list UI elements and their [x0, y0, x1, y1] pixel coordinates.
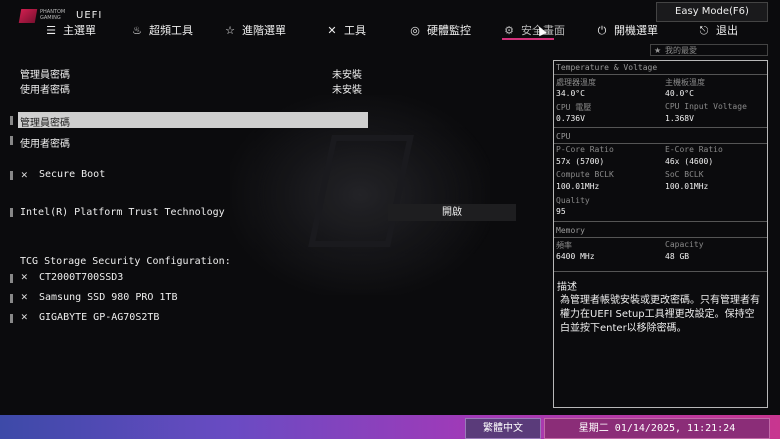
wrench-icon: ✕ — [21, 168, 28, 181]
description-title: 描述 — [557, 282, 577, 293]
compute-bclk-value: 100.01MHz — [556, 182, 600, 191]
flame-icon: ♨ — [132, 24, 142, 37]
temp-voltage-header: Temperature & Voltage — [556, 63, 658, 72]
status-user-label: 使用者密碼 — [20, 85, 70, 96]
tab-label: 工具 — [344, 24, 366, 37]
tab-label: 硬體監控 — [427, 24, 471, 37]
item-bullet — [10, 116, 13, 125]
soc-bclk-value: 100.01MHz — [665, 182, 709, 191]
tab-label: 開機選單 — [614, 24, 658, 37]
divider — [554, 221, 767, 222]
tab-boot[interactable]: ⏻ 開機選單 — [595, 22, 658, 40]
soc-bclk-label: SoC BCLK — [665, 170, 704, 179]
active-tab-indicator — [502, 38, 554, 40]
admin-password-item[interactable]: 管理員密碼 — [18, 112, 368, 129]
top-bar: PHANTOM GAMING UEFI Easy Mode(F6) ☰ 主選單 ♨… — [0, 0, 780, 42]
secure-boot-item[interactable]: Secure Boot — [39, 169, 105, 180]
divider — [554, 127, 767, 128]
mem-capacity-label: Capacity — [665, 240, 704, 249]
drive-item[interactable]: Samsung SSD 980 PRO 1TB — [39, 292, 177, 303]
quality-value: 95 — [556, 207, 566, 216]
status-admin-label: 管理員密碼 — [20, 70, 70, 81]
compute-bclk-label: Compute BCLK — [556, 170, 614, 179]
drive-item[interactable]: GIGABYTE GP-AG70S2TB — [39, 312, 159, 323]
pcore-ratio-value: 57x (5700) — [556, 157, 605, 166]
status-user-value: 未安裝 — [332, 85, 362, 96]
star-icon: ☆ — [225, 24, 235, 37]
mem-freq-value: 6400 MHz — [556, 252, 595, 261]
mem-capacity-value: 48 GB — [665, 252, 690, 261]
pcore-ratio-label: P-Core Ratio — [556, 145, 614, 154]
tcg-header: TCG Storage Security Configuration: — [20, 256, 231, 267]
status-admin-value: 未安裝 — [332, 70, 362, 81]
item-bullet — [10, 171, 13, 180]
cpu-input-voltage-value: 1.368V — [665, 114, 694, 123]
mb-temp-value: 40.0°C — [665, 89, 694, 98]
item-bullet — [10, 274, 13, 283]
item-bullet — [10, 314, 13, 323]
info-panel: Temperature & Voltage 處理器溫度 主機板溫度 34.0°C… — [553, 60, 768, 408]
admin-password-label: 管理員密碼 — [20, 118, 70, 129]
language-button[interactable]: 繁體中文 — [465, 418, 541, 439]
brand-logo-icon — [18, 9, 38, 23]
favorites-button[interactable]: ★ 我的最愛 — [650, 44, 768, 56]
brand-name: PHANTOM GAMING — [40, 9, 65, 21]
tab-hw-monitor[interactable]: ◎ 硬體監控 — [408, 22, 471, 40]
cpu-temp-value: 34.0°C — [556, 89, 585, 98]
mem-freq-label: 頻率 — [556, 241, 572, 250]
tab-label: 退出 — [716, 24, 738, 37]
ecore-ratio-value: 46x (4600) — [665, 157, 714, 166]
wrench-icon: ✕ — [21, 270, 28, 283]
item-bullet — [10, 294, 13, 303]
item-bullet — [10, 208, 13, 217]
tab-exit[interactable]: ⎋ 退出 — [697, 22, 738, 40]
brand-line2: GAMING — [40, 15, 61, 21]
tab-tools[interactable]: ✕ 工具 — [325, 22, 366, 40]
wrench-icon: ✕ — [21, 310, 28, 323]
quality-label: Quality — [556, 196, 590, 205]
tools-icon: ✕ — [327, 24, 337, 37]
divider — [554, 237, 767, 238]
item-bullet — [10, 136, 13, 145]
power-icon: ⏻ — [597, 24, 607, 37]
divider — [554, 143, 767, 144]
datetime-display: 星期二 01/14/2025, 11:21:24 — [544, 418, 770, 439]
user-password-item[interactable]: 使用者密碼 — [20, 135, 70, 150]
exit-icon: ⎋ — [699, 24, 709, 37]
uefi-label: UEFI — [76, 10, 103, 21]
ecore-ratio-label: E-Core Ratio — [665, 145, 723, 154]
tab-main[interactable]: ☰ 主選單 — [44, 22, 96, 40]
tab-label: 主選單 — [63, 24, 96, 37]
ptt-value-select[interactable]: 開啟 — [388, 204, 516, 221]
tab-oc-tweaker[interactable]: ♨ 超頻工具 — [130, 22, 193, 40]
tab-label: 進階選單 — [242, 24, 286, 37]
mb-temp-label: 主機板溫度 — [665, 78, 705, 87]
easy-mode-button[interactable]: Easy Mode(F6) — [656, 2, 768, 22]
cpu-input-voltage-label: CPU Input Voltage — [665, 102, 747, 111]
wrench-icon: ✕ — [21, 290, 28, 303]
star-icon: ★ — [654, 46, 662, 55]
divider — [554, 271, 767, 272]
divider — [554, 74, 767, 75]
cpu-voltage-value: 0.736V — [556, 114, 585, 123]
ptt-item[interactable]: Intel(R) Platform Trust Technology — [20, 207, 225, 218]
menu-icon: ☰ — [46, 24, 56, 37]
drive-item[interactable]: CT2000T700SSD3 — [39, 272, 123, 283]
description-text: 為管理者帳號安裝或更改密碼。只有管理者有權力在UEFI Setup工具裡更改設定… — [560, 295, 760, 334]
monitor-icon: ◎ — [410, 24, 420, 37]
cpu-voltage-label: CPU 電壓 — [556, 103, 592, 112]
tab-advanced[interactable]: ☆ 進階選單 — [223, 22, 286, 40]
cpu-header: CPU — [556, 132, 571, 141]
cpu-temp-label: 處理器溫度 — [556, 78, 596, 87]
memory-header: Memory — [556, 226, 585, 235]
shield-icon: ⚙ — [504, 24, 514, 37]
favorites-label: 我的最愛 — [665, 46, 697, 55]
tab-label: 超頻工具 — [149, 24, 193, 37]
